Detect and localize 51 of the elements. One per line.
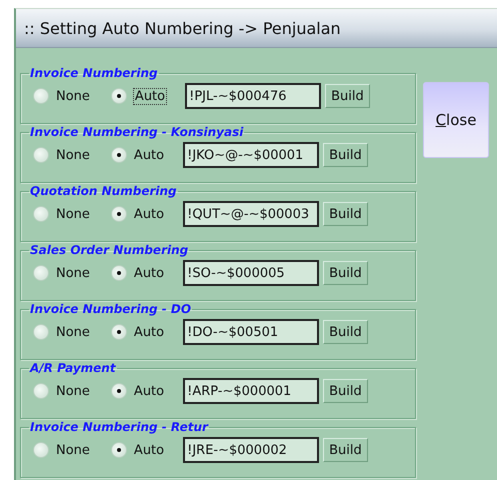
radio-button[interactable]	[110, 442, 127, 458]
radio-label[interactable]: None	[55, 88, 91, 104]
code-field[interactable]: !ARP-~$000001	[183, 378, 320, 404]
code-field[interactable]: !SO-~$000005	[183, 260, 320, 286]
radio-label[interactable]: None	[55, 384, 91, 398]
radio-label[interactable]: Auto	[132, 384, 166, 398]
window-title: :: Setting Auto Numbering -> Penjualan	[16, 9, 497, 48]
radio-label[interactable]: Auto	[132, 442, 166, 458]
radio-button[interactable]	[110, 88, 127, 104]
radio-button[interactable]	[33, 265, 49, 281]
build-button[interactable]: Build	[323, 320, 368, 344]
code-field[interactable]: !DO-~$00501	[183, 319, 320, 345]
radio-label[interactable]: None	[55, 324, 91, 340]
build-button[interactable]: Build	[323, 143, 368, 167]
group-title: Sales Order Numbering	[29, 243, 190, 257]
group-title: Invoice Numbering - Retur	[29, 420, 209, 434]
radio-button[interactable]	[110, 147, 127, 163]
build-button[interactable]: Build	[323, 202, 368, 226]
radio-label[interactable]: None	[55, 442, 91, 458]
radio-label[interactable]: None	[55, 266, 91, 280]
code-field[interactable]: !JRE-~$000002	[183, 437, 320, 463]
build-button[interactable]: Build	[323, 438, 368, 462]
radio-label[interactable]: Auto	[132, 88, 168, 104]
radio-label[interactable]: Auto	[132, 324, 166, 340]
group-title: Invoice Numbering - DO	[29, 302, 192, 316]
code-field[interactable]: !JKO~@-~$00001	[183, 142, 320, 168]
code-field[interactable]: !QUT~@-~$00003	[183, 201, 320, 227]
close-button[interactable]: Close	[423, 82, 489, 158]
radio-label[interactable]: Auto	[132, 148, 166, 162]
build-button[interactable]: Build	[323, 379, 368, 403]
build-button[interactable]: Build	[323, 261, 368, 285]
group-title: Invoice Numbering	[29, 66, 159, 80]
code-field[interactable]: !PJL-~$000476	[185, 83, 322, 109]
radio-label[interactable]: Auto	[132, 206, 166, 222]
radio-label[interactable]: None	[55, 206, 91, 222]
group-title: A/R Payment	[29, 361, 117, 375]
radio-button[interactable]	[110, 383, 127, 399]
radio-button[interactable]	[33, 206, 49, 222]
group-title: Quotation Numbering	[29, 184, 178, 198]
group-title: Invoice Numbering - Konsinyasi	[29, 125, 244, 139]
radio-button[interactable]	[33, 383, 49, 399]
radio-label[interactable]: None	[55, 148, 91, 162]
radio-label[interactable]: Auto	[132, 266, 166, 280]
build-button[interactable]: Build	[325, 84, 370, 108]
radio-button[interactable]	[33, 442, 49, 458]
radio-button[interactable]	[110, 265, 127, 281]
radio-button[interactable]	[33, 88, 49, 104]
radio-button[interactable]	[33, 147, 49, 163]
radio-button[interactable]	[33, 324, 49, 340]
radio-button[interactable]	[110, 324, 127, 340]
radio-button[interactable]	[110, 206, 127, 222]
